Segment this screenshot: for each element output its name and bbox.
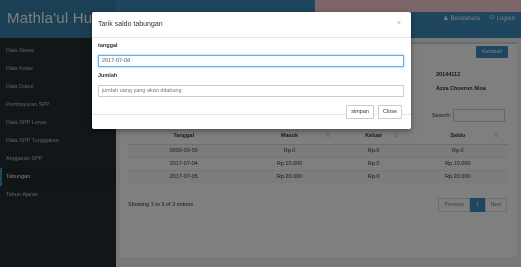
date-input[interactable] xyxy=(98,55,404,67)
close-icon[interactable]: × xyxy=(397,20,401,27)
modal-header: Tarik saldo tabungan × xyxy=(92,12,411,38)
amount-input[interactable] xyxy=(98,85,404,97)
save-button[interactable]: simpan xyxy=(346,105,374,119)
withdraw-modal: Tarik saldo tabungan × tanggal Jumlah si… xyxy=(92,12,411,129)
date-label: tanggal xyxy=(98,43,118,49)
amount-label: Jumlah xyxy=(98,73,118,79)
modal-actions: simpan Close xyxy=(346,105,402,119)
modal-title: Tarik saldo tabungan xyxy=(98,21,163,28)
close-button[interactable]: Close xyxy=(377,105,402,119)
modal-body: tanggal Jumlah xyxy=(92,38,411,101)
